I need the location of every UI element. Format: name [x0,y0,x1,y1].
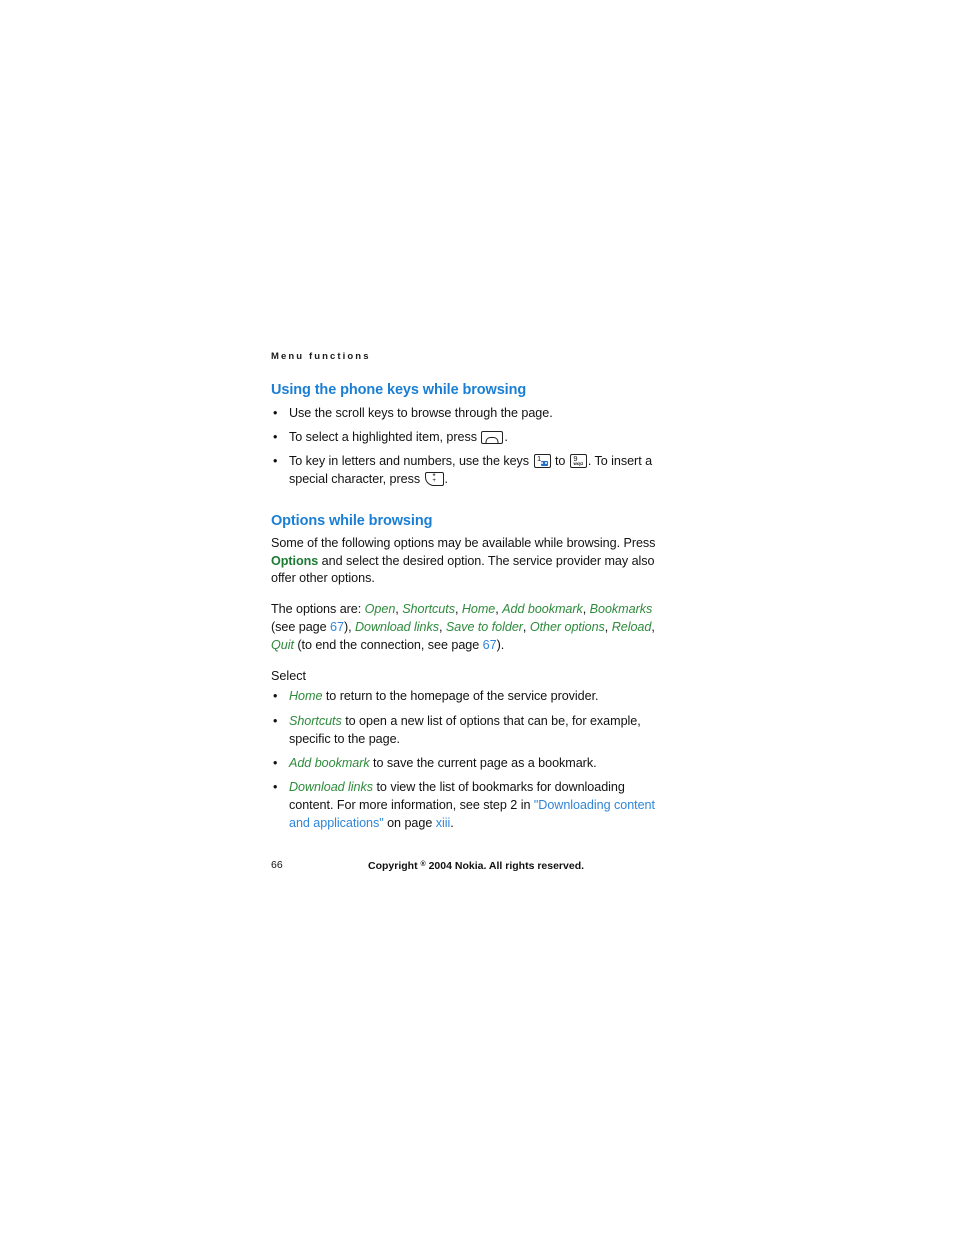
bullet-text-mid: to [551,454,569,469]
option-add-bookmark: Add bookmark [502,602,583,617]
key-9-letters: wxyz [573,461,584,467]
option-quit: Quit [271,637,294,652]
option-download-links: Download links [354,620,439,635]
section-heading-options-while-browsing: Options while browsing [271,512,433,529]
bullet-dot-icon: • [273,755,278,770]
option-add-bookmark-description: to save the current page as a bookmark. [369,755,597,770]
tail-text: (to end the connection, see page [293,637,483,652]
document-page: Menu functions Using the phone keys whil… [0,0,954,1235]
option-shortcuts-description: to open a new list of options that can b… [289,713,641,746]
page-content: Menu functions Using the phone keys whil… [271,351,671,833]
list-item: • To key in letters and numbers, use the… [271,453,671,489]
option-home: Home [461,602,496,617]
intro-text-before: Some of the following options may be ava… [271,535,656,550]
option-bookmarks: Bookmarks [589,602,653,617]
list-item: • Use the scroll keys to browse through … [271,405,671,423]
see-page-text: (see page [271,620,331,635]
copyright-notice: Copyright ® 2004 Nokia. All rights reser… [368,858,584,873]
running-head: Menu functions [271,351,371,362]
key-9-icon: 9 wxyz [569,454,587,469]
select-options-bullet-list: • Home to return to the homepage of the … [271,688,671,832]
bullet-text: Use the scroll keys to browse through th… [289,405,553,420]
copyright-suffix: 2004 Nokia. All rights reserved. [425,860,585,872]
page-number: 66 [271,859,283,871]
option-add-bookmark-label: Add bookmark [289,755,370,770]
option-home-label: Home [289,689,323,704]
bullet-dot-icon: • [273,429,278,444]
option-shortcuts: Shortcuts [402,602,455,617]
option-shortcuts-label: Shortcuts [289,713,342,728]
option-save-to-folder: Save to folder [445,620,523,635]
options-keyword: Options [271,553,319,568]
mid-text: ), [343,620,355,635]
page-reference-xiii[interactable]: xiii [436,816,451,830]
on-page-text: on page [383,815,436,830]
bullet-text: To select a highlighted item, press [289,429,481,444]
key-1-icon: 1 [533,454,551,469]
select-label: Select [271,668,307,683]
option-home-description: to return to the homepage of the service… [322,689,599,704]
list-item: • Home to return to the homepage of the … [271,688,671,706]
close-text: ). [496,637,505,652]
bullet-dot-icon: • [273,405,278,420]
option-open: Open [364,602,396,617]
list-item: • Shortcuts to open a new list of option… [271,713,671,749]
bullet-text-tail: . [504,429,508,444]
key-plus-symbol: + [432,477,436,484]
bullet-dot-icon: • [273,689,278,704]
option-reload: Reload [611,620,652,635]
intro-text-after: and select the desired option. The servi… [271,553,655,586]
options-listing-paragraph: The options are: Open, Shortcuts, Home, … [271,602,655,652]
page-reference-67-b[interactable]: 67 [483,638,497,652]
bullet-text: To key in letters and numbers, use the k… [289,454,533,469]
bullet-dot-icon: • [273,780,278,795]
copyright-prefix: Copyright [368,860,421,872]
list-item: • Add bookmark to save the current page … [271,755,671,773]
bullet-dot-icon: • [273,454,278,469]
list-item: • Download links to view the list of boo… [271,779,671,832]
phone-keys-bullet-list: • Use the scroll keys to browse through … [271,405,671,489]
voicemail-icon [540,460,548,466]
options-intro-paragraph: Some of the following options may be ava… [271,535,671,588]
bullet-text-tail: . [444,471,449,486]
options-listing-intro: The options are: [271,602,365,617]
page-reference-67-a[interactable]: 67 [330,620,344,634]
sentence-end: . [450,815,454,830]
section-heading-phone-keys: Using the phone keys while browsing [271,382,527,399]
bullet-dot-icon: • [273,713,278,728]
option-download-links-label: Download links [289,780,374,795]
option-other-options: Other options [529,620,605,635]
softkey-left-icon [481,430,504,444]
key-star-icon: * + [424,471,444,486]
softkey-glyph [485,436,499,443]
list-item: • To select a highlighted item, press . [271,429,671,447]
